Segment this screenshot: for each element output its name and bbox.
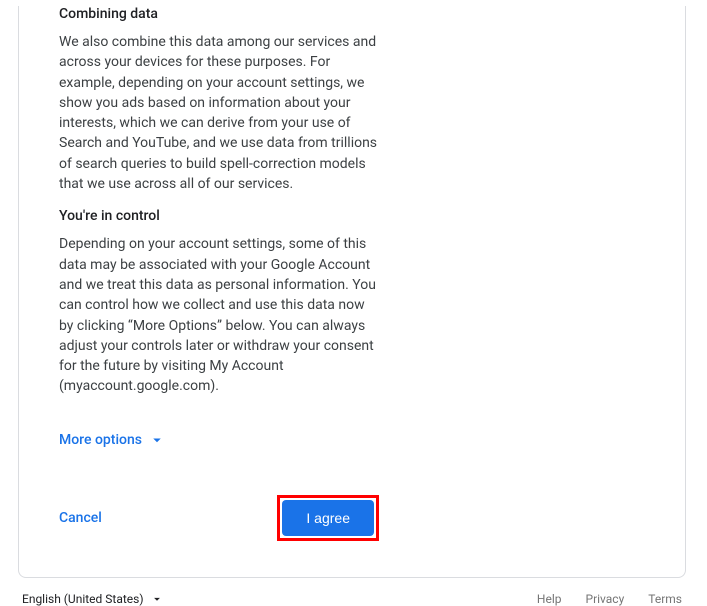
more-options-toggle[interactable]: More options	[59, 431, 166, 449]
heading-combining-data: Combining data	[59, 6, 379, 22]
action-row: Cancel I agree	[59, 495, 379, 541]
footer: English (United States) Help Privacy Ter…	[18, 592, 686, 606]
language-selector[interactable]: English (United States)	[22, 592, 164, 606]
footer-links: Help Privacy Terms	[537, 592, 682, 606]
language-label: English (United States)	[22, 592, 144, 606]
consent-content: Combining data We also combine this data…	[59, 6, 379, 449]
more-options-label: More options	[59, 432, 142, 448]
footer-link-help[interactable]: Help	[537, 592, 562, 606]
chevron-down-icon	[148, 431, 166, 449]
footer-link-terms[interactable]: Terms	[648, 592, 682, 606]
caret-down-icon	[150, 592, 164, 606]
agree-button[interactable]: I agree	[282, 500, 374, 536]
agree-highlight: I agree	[277, 495, 379, 541]
footer-link-privacy[interactable]: Privacy	[586, 592, 625, 606]
text-combining-data: We also combine this data among our serv…	[59, 32, 379, 194]
heading-youre-in-control: You're in control	[59, 208, 379, 224]
text-youre-in-control: Depending on your account settings, some…	[59, 234, 379, 396]
consent-card: Combining data We also combine this data…	[18, 6, 686, 578]
cancel-button[interactable]: Cancel	[59, 510, 102, 526]
